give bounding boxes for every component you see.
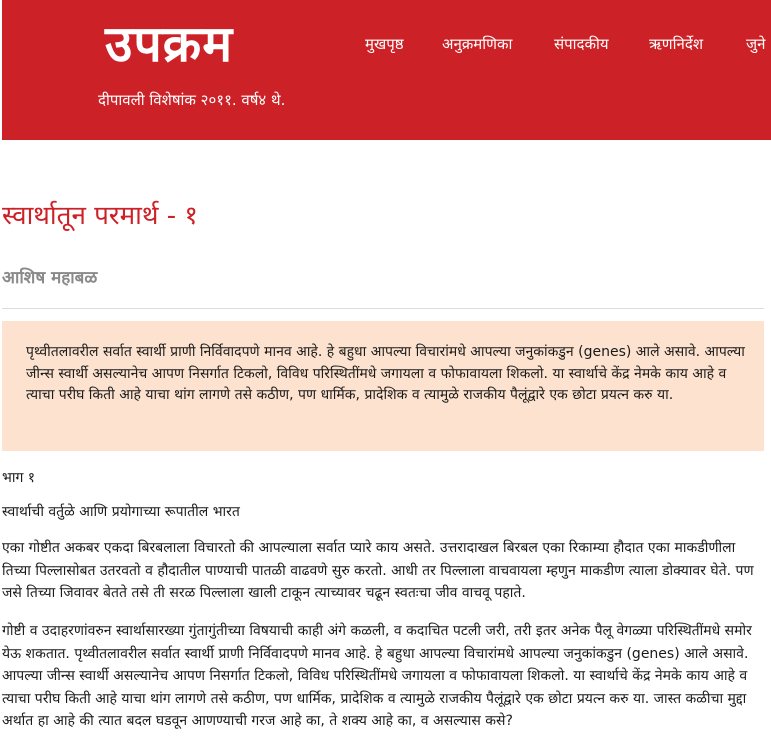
article-title: स्वार्थातून परमार्थ - १ xyxy=(2,201,198,231)
article-summary-box: पृथ्वीतलावरील सर्वात स्वार्थी प्राणी निर… xyxy=(2,321,764,451)
article-paragraph: गोष्टी व उदाहरणांवरुन स्वार्थासारख्या गु… xyxy=(2,623,752,729)
divider xyxy=(2,308,764,309)
nav-item-editorial[interactable]: संपादकीय xyxy=(554,34,609,54)
nav-item-home[interactable]: मुखपृष्ठ xyxy=(365,34,404,54)
section-heading: स्वार्थाची वर्तुळे आणि प्रयोगाच्या रूपात… xyxy=(2,504,240,520)
nav-item-acknowledgements[interactable]: ऋणनिर्देश xyxy=(649,34,703,54)
article-author[interactable]: आशिष महाबळ xyxy=(2,265,97,288)
site-header: उपक्रम दीपावली विशेषांक २०११. वर्ष४ थे. … xyxy=(2,0,771,140)
nav-item-index[interactable]: अनुक्रमणिका xyxy=(442,34,512,54)
part-label: भाग १ xyxy=(2,470,36,486)
nav-item-archive[interactable]: जुने xyxy=(746,34,765,54)
article-paragraph: एका गोष्टीत अकबर एकदा बिरबलाला विचारतो क… xyxy=(2,540,754,601)
article-summary: पृथ्वीतलावरील सर्वात स्वार्थी प्राणी निर… xyxy=(26,344,745,403)
main-nav: मुखपृष्ठ अनुक्रमणिका संपादकीय ऋणनिर्देश … xyxy=(2,34,771,56)
site-tagline: दीपावली विशेषांक २०११. वर्ष४ थे. xyxy=(98,91,286,109)
